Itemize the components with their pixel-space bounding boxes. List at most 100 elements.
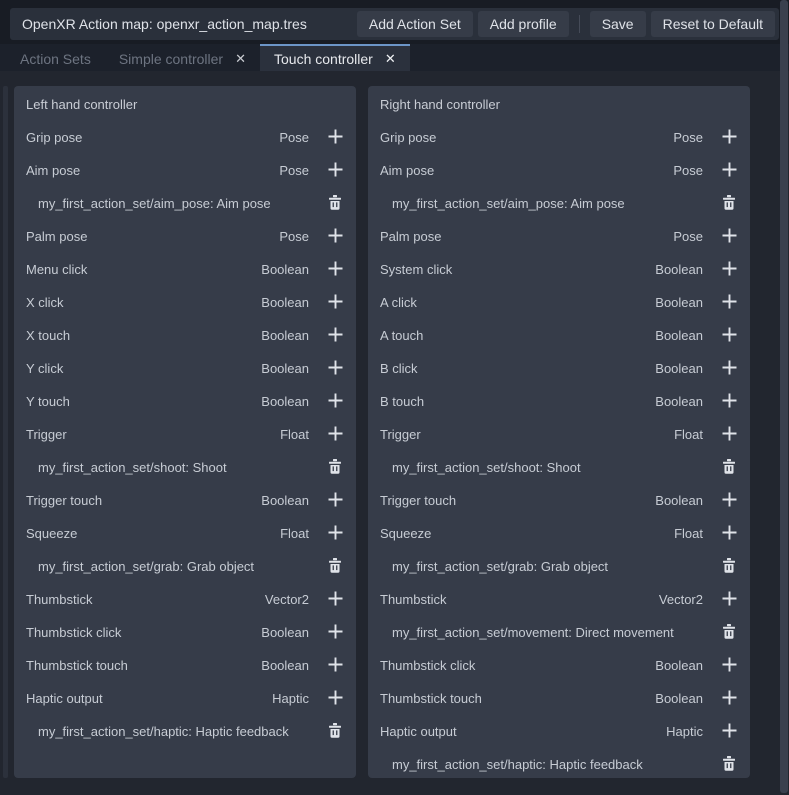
right-hand-controller-panel: Right hand controllerGrip posePoseAim po… [368, 86, 750, 778]
add-binding-button[interactable] [322, 125, 348, 151]
tab-action-sets[interactable]: Action Sets [6, 44, 105, 71]
remove-binding-button[interactable] [322, 455, 348, 481]
remove-binding-button[interactable] [716, 620, 742, 646]
add-binding-button[interactable] [716, 356, 742, 382]
input-row: TriggerFloat [368, 418, 750, 451]
remove-binding-button[interactable] [322, 191, 348, 217]
plus-icon [328, 261, 343, 279]
input-row: A clickBoolean [368, 286, 750, 319]
add-binding-button[interactable] [322, 521, 348, 547]
add-binding-button[interactable] [716, 224, 742, 250]
input-type: Boolean [655, 328, 703, 343]
add-binding-button[interactable] [322, 158, 348, 184]
remove-binding-button[interactable] [716, 554, 742, 580]
add-binding-button[interactable] [322, 620, 348, 646]
tab-simple-controller[interactable]: Simple controller✕ [105, 44, 260, 71]
add-binding-button[interactable] [322, 653, 348, 679]
plus-icon [722, 657, 737, 675]
add-binding-button[interactable] [716, 587, 742, 613]
input-type: Boolean [655, 493, 703, 508]
input-type: Boolean [655, 361, 703, 376]
input-type: Pose [279, 163, 309, 178]
input-type: Boolean [261, 295, 309, 310]
plus-icon [722, 690, 737, 708]
add-binding-button[interactable] [322, 389, 348, 415]
toolbar-buttons: Add Action Set Add profile Save Reset to… [357, 11, 775, 37]
plus-icon [722, 261, 737, 279]
add-binding-button[interactable] [716, 290, 742, 316]
remove-binding-button[interactable] [716, 752, 742, 778]
add-binding-button[interactable] [322, 290, 348, 316]
tab-close-icon[interactable]: ✕ [385, 51, 396, 67]
remove-binding-button[interactable] [716, 455, 742, 481]
plus-icon [328, 162, 343, 180]
input-row: Grip posePose [368, 121, 750, 154]
reset-to-default-button[interactable]: Reset to Default [651, 11, 775, 37]
input-label: Trigger touch [26, 493, 261, 508]
input-label: Thumbstick click [26, 625, 261, 640]
remove-binding-button[interactable] [322, 719, 348, 745]
plus-icon [328, 228, 343, 246]
add-binding-button[interactable] [322, 488, 348, 514]
openxr-action-map-editor: OpenXR Action map: openxr_action_map.tre… [0, 0, 789, 795]
input-type: Float [280, 526, 309, 541]
vertical-scrollbar[interactable] [780, 0, 788, 793]
input-label: Thumbstick [26, 592, 265, 607]
remove-binding-button[interactable] [716, 191, 742, 217]
add-binding-button[interactable] [322, 224, 348, 250]
trash-icon [722, 195, 736, 213]
input-type: Float [674, 427, 703, 442]
add-binding-button[interactable] [716, 422, 742, 448]
add-binding-button[interactable] [322, 422, 348, 448]
add-binding-button[interactable] [716, 257, 742, 283]
input-type: Boolean [261, 328, 309, 343]
add-binding-button[interactable] [322, 356, 348, 382]
input-row: Aim posePose [14, 154, 356, 187]
add-binding-button[interactable] [716, 125, 742, 151]
add-binding-button[interactable] [716, 521, 742, 547]
binding-label: my_first_action_set/aim_pose: Aim pose [38, 196, 322, 211]
input-type: Boolean [261, 361, 309, 376]
input-type: Boolean [655, 658, 703, 673]
trash-icon [328, 195, 342, 213]
remove-binding-button[interactable] [322, 554, 348, 580]
input-type: Vector2 [265, 592, 309, 607]
add-binding-button[interactable] [716, 323, 742, 349]
add-binding-button[interactable] [716, 719, 742, 745]
input-label: Thumbstick touch [380, 691, 655, 706]
input-type: Pose [673, 130, 703, 145]
input-row: ThumbstickVector2 [14, 583, 356, 616]
add-binding-button[interactable] [716, 686, 742, 712]
add-binding-button[interactable] [322, 323, 348, 349]
add-binding-button[interactable] [716, 488, 742, 514]
binding-row: my_first_action_set/grab: Grab object [368, 550, 750, 583]
input-row: Haptic outputHaptic [368, 715, 750, 748]
add-binding-button[interactable] [322, 686, 348, 712]
plus-icon [328, 690, 343, 708]
add-action-set-button[interactable]: Add Action Set [357, 11, 473, 37]
add-binding-button[interactable] [716, 158, 742, 184]
tab-close-icon[interactable]: ✕ [235, 51, 246, 67]
input-row: TriggerFloat [14, 418, 356, 451]
add-binding-button[interactable] [322, 257, 348, 283]
plus-icon [722, 228, 737, 246]
input-row: Thumbstick touchBoolean [368, 682, 750, 715]
input-row: ThumbstickVector2 [368, 583, 750, 616]
input-label: Thumbstick click [380, 658, 655, 673]
add-binding-button[interactable] [716, 653, 742, 679]
add-binding-button[interactable] [322, 587, 348, 613]
add-profile-button[interactable]: Add profile [478, 11, 569, 37]
binding-label: my_first_action_set/shoot: Shoot [392, 460, 716, 475]
trash-icon [328, 459, 342, 477]
tab-touch-controller[interactable]: Touch controller✕ [260, 44, 410, 71]
add-binding-button[interactable] [716, 389, 742, 415]
input-type: Haptic [272, 691, 309, 706]
input-label: Haptic output [26, 691, 272, 706]
binding-label: my_first_action_set/haptic: Haptic feedb… [38, 724, 322, 739]
binding-row: my_first_action_set/aim_pose: Aim pose [368, 187, 750, 220]
action-map-title: OpenXR Action map: openxr_action_map.tre… [22, 16, 357, 32]
input-type: Vector2 [659, 592, 703, 607]
save-button[interactable]: Save [590, 11, 646, 37]
input-type: Boolean [261, 394, 309, 409]
input-row: Thumbstick clickBoolean [368, 649, 750, 682]
